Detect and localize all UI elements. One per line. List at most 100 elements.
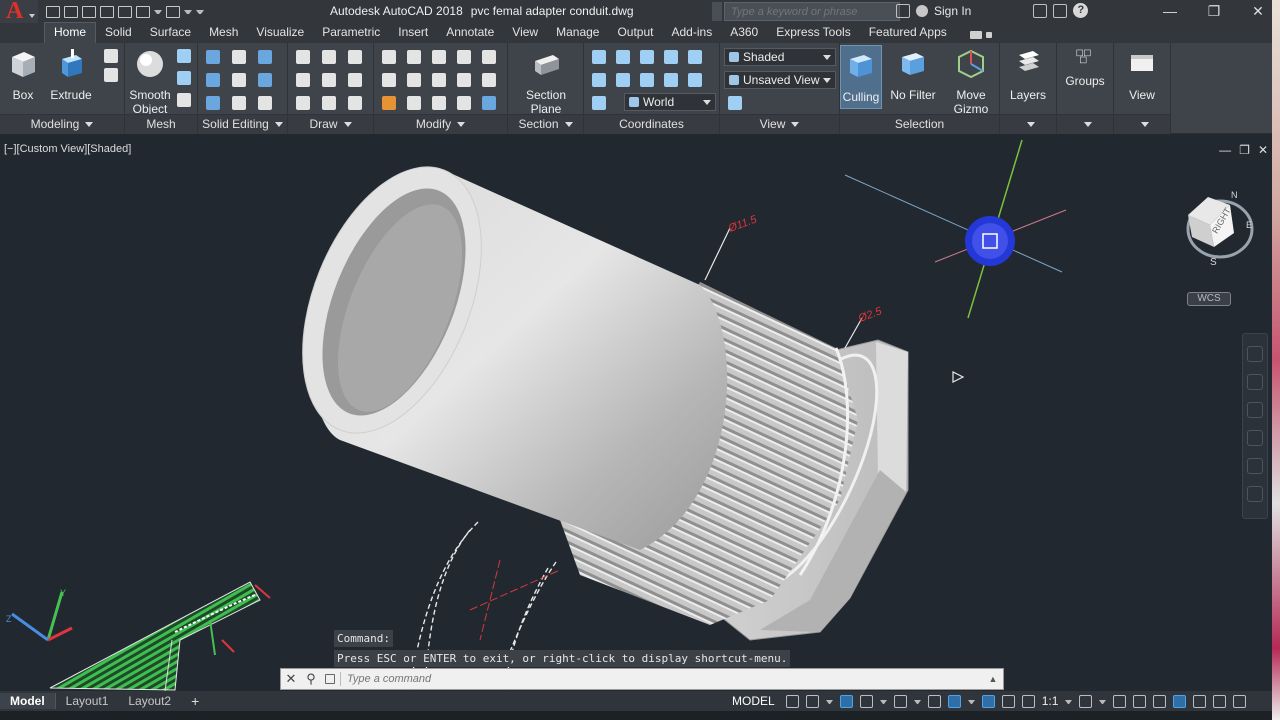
model-space-button[interactable]: MODEL (728, 694, 779, 708)
open-icon[interactable] (64, 5, 78, 18)
panel-label-view[interactable]: View (720, 114, 839, 134)
line-icon[interactable] (296, 50, 310, 64)
ucs-world-icon[interactable] (616, 50, 630, 64)
panel-label-modify[interactable]: Modify (374, 114, 507, 134)
array-icon[interactable] (457, 50, 471, 64)
separate-icon[interactable] (258, 96, 272, 110)
ucs-y-icon[interactable] (640, 73, 654, 87)
ribbon-toggle-icon[interactable] (969, 31, 982, 39)
ucs-icon[interactable] (592, 50, 606, 64)
mirror-icon[interactable] (457, 73, 471, 87)
panel-label-coordinates[interactable]: Coordinates (584, 114, 719, 134)
rectangle-icon[interactable] (348, 50, 362, 64)
smooth-object-button[interactable]: Smooth Object (125, 47, 175, 116)
viewport-close-icon[interactable]: ✕ (1258, 143, 1268, 157)
orbit-icon[interactable] (1247, 430, 1263, 446)
3d-model-scene[interactable]: Ø11.5 Ø2.5 Y Z (0, 135, 1280, 691)
ortho-icon[interactable] (839, 694, 853, 708)
union-icon[interactable] (206, 50, 220, 64)
save-icon[interactable] (82, 5, 96, 18)
smooth-less-icon[interactable] (177, 71, 191, 85)
extrude-button[interactable]: Extrude (46, 47, 96, 102)
object-snap-tracking-icon[interactable] (927, 694, 941, 708)
tab-add-ins[interactable]: Add-ins (663, 23, 722, 43)
polyline-icon[interactable] (296, 73, 310, 87)
minimize-icon[interactable]: — (1148, 0, 1192, 23)
workspace-gear-icon[interactable] (1079, 694, 1093, 708)
sign-in-link[interactable]: Sign In (934, 4, 971, 18)
groups-button[interactable]: Groups (1060, 47, 1110, 88)
viewport-controls-label[interactable]: [−][Custom View][Shaded] (4, 143, 131, 155)
section-plane-button[interactable]: Section Plane (521, 47, 571, 116)
customization-icon[interactable] (1233, 694, 1247, 708)
3d-array-icon[interactable] (482, 96, 496, 110)
layers-expand[interactable] (1000, 114, 1056, 134)
move-gizmo-button[interactable]: Move Gizmo (946, 47, 996, 116)
ellipse-icon[interactable] (348, 73, 362, 87)
drawing-viewport[interactable]: Ø11.5 Ø2.5 Y Z [−][Custom View][Shaded] … (0, 135, 1280, 691)
named-view-combo[interactable]: Unsaved View (724, 71, 836, 89)
panel-label-section[interactable]: Section (508, 114, 583, 134)
navbar-settings-icon[interactable] (1247, 486, 1263, 502)
polysolid-icon[interactable] (104, 68, 118, 82)
polar-dropdown-icon[interactable] (880, 695, 887, 708)
isodraft-icon[interactable] (893, 694, 907, 708)
ucs-named-icon[interactable] (592, 96, 606, 110)
wcs-menu[interactable]: WCS (1187, 292, 1231, 306)
isodraft-dropdown-icon[interactable] (914, 695, 921, 708)
plot-icon[interactable] (118, 5, 132, 18)
visual-style-combo[interactable]: Shaded (724, 48, 836, 66)
intersect-icon[interactable] (206, 96, 220, 110)
cart-icon[interactable] (1033, 3, 1048, 18)
no-filter-button[interactable]: No Filter (888, 47, 938, 102)
viewport-config-icon[interactable] (728, 96, 742, 110)
exchange-icon[interactable] (1053, 3, 1068, 18)
tab-visualize[interactable]: Visualize (247, 23, 313, 43)
help-icon[interactable]: ? (1073, 3, 1089, 18)
viewport-restore-icon[interactable]: ❐ (1239, 143, 1250, 157)
add-layout-icon[interactable]: + (181, 693, 209, 709)
ucs-x-icon[interactable] (640, 50, 654, 64)
steering-wheel-icon[interactable] (1247, 346, 1263, 362)
stretch-icon[interactable] (432, 96, 446, 110)
tab-solid[interactable]: Solid (96, 23, 141, 43)
tab-manage[interactable]: Manage (547, 23, 608, 43)
interfere-icon[interactable] (232, 73, 246, 87)
extract-edges-icon[interactable] (258, 50, 272, 64)
command-close-icon[interactable]: ✕ (281, 671, 301, 687)
viewport-minimize-icon[interactable]: — (1219, 143, 1231, 157)
align-icon[interactable] (482, 50, 496, 64)
offset-icon[interactable] (457, 96, 471, 110)
tab-output[interactable]: Output (608, 23, 662, 43)
view-button[interactable]: View (1117, 47, 1167, 102)
annotation-scale-value[interactable]: 1:1 (1042, 694, 1059, 708)
annotation-scale-icon[interactable] (1021, 694, 1035, 708)
restore-icon[interactable]: ❐ (1192, 0, 1236, 23)
smooth-more-icon[interactable] (177, 49, 191, 63)
erase-icon[interactable] (382, 96, 396, 110)
panel-label-modeling[interactable]: Modeling (0, 114, 124, 134)
annotation-monitor-icon[interactable] (1113, 694, 1127, 708)
command-recent-icon[interactable] (321, 672, 341, 686)
ucs-view-icon[interactable] (688, 50, 702, 64)
tab-express-tools[interactable]: Express Tools (767, 23, 859, 43)
boundary-icon[interactable] (348, 96, 362, 110)
cylinder-body[interactable] (267, 141, 728, 550)
isolate-objects-icon[interactable] (1193, 694, 1207, 708)
scale-dropdown-icon[interactable] (1065, 695, 1072, 708)
subtract-icon[interactable] (206, 73, 220, 87)
box-button[interactable]: Box (0, 47, 48, 102)
circle-icon[interactable] (322, 73, 336, 87)
ucs-3point-icon[interactable] (592, 73, 606, 87)
ribbon-options-dropdown-icon[interactable] (985, 32, 992, 38)
ribbon-options[interactable] (969, 31, 992, 43)
grid-icon[interactable] (785, 694, 799, 708)
panel-label-draw[interactable]: Draw (288, 114, 373, 134)
customize-qat-icon[interactable] (196, 6, 204, 18)
hatched-section[interactable] (49, 581, 271, 691)
units-icon[interactable] (1133, 694, 1147, 708)
zoom-icon[interactable] (1247, 402, 1263, 418)
clean-screen-icon[interactable] (1213, 694, 1227, 708)
tab-featured-apps[interactable]: Featured Apps (860, 23, 956, 43)
tab-layout1[interactable]: Layout1 (56, 693, 119, 709)
